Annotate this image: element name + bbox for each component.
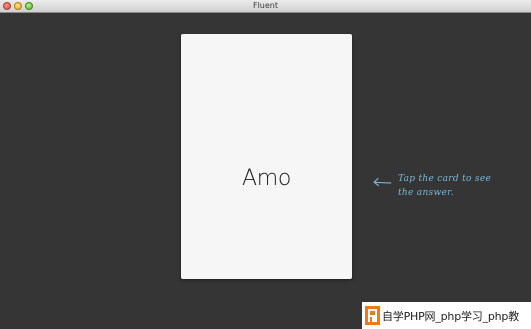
- hint: Tap the card to see the answer.: [372, 172, 522, 204]
- hint-line-2: the answer.: [398, 188, 454, 198]
- left-arrow-icon: [373, 177, 392, 187]
- window-title: Fluent: [252, 1, 279, 10]
- watermark-text: 自学PHP网_php学习_php教: [382, 310, 520, 323]
- title-bar: Fluent: [0, 0, 531, 13]
- php-logo-icon: [365, 306, 380, 325]
- hint-line-1: Tap the card to see: [398, 174, 492, 184]
- flash-card[interactable]: Amo: [181, 34, 352, 279]
- hint-text: Tap the card to see the answer.: [398, 172, 518, 200]
- card-word: Amo: [241, 166, 292, 191]
- watermark: 自学PHP网_php学习_php教: [362, 302, 531, 329]
- app-window: Fluent Amo Tap the card to see the answe…: [0, 0, 531, 329]
